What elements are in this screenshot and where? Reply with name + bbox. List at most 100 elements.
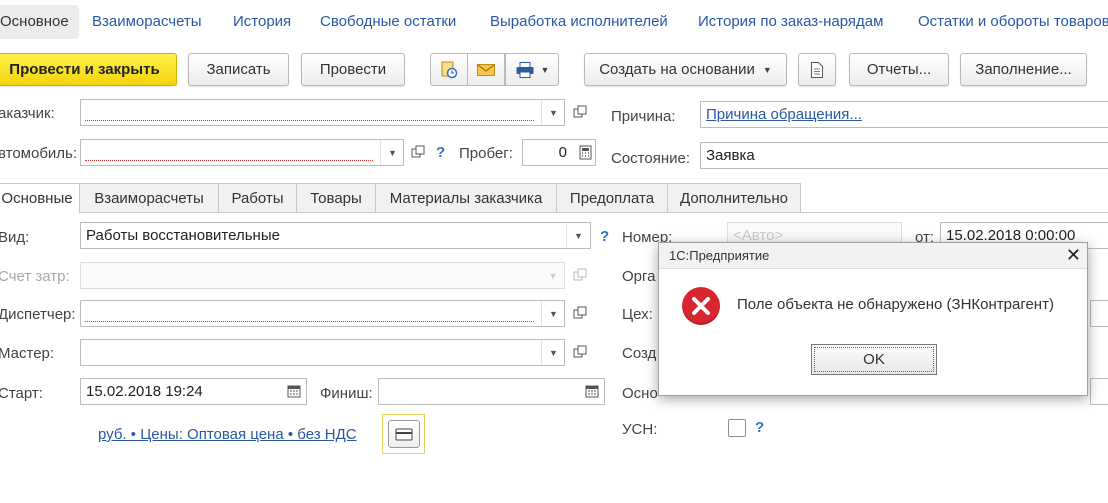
finish-calendar-button[interactable]: [581, 380, 603, 402]
nav-tab-free-stock[interactable]: Свободные остатки: [320, 10, 456, 34]
subtab-goods[interactable]: Товары: [296, 183, 376, 212]
create-based-on-button[interactable]: Создать на основании ▼: [584, 53, 787, 86]
master-open-button[interactable]: [569, 341, 591, 363]
car-label: втомобиль:: [0, 145, 78, 162]
type-dropdown[interactable]: ▼: [566, 223, 590, 248]
usn-help-icon[interactable]: ?: [755, 419, 764, 436]
car-dropdown[interactable]: ▼: [380, 140, 404, 165]
calendar-icon: [287, 385, 301, 398]
usn-checkbox[interactable]: [728, 419, 746, 437]
printer-icon: [516, 61, 534, 78]
calculator-icon: [579, 145, 591, 159]
open-window-icon: [573, 306, 587, 319]
start-calendar-button[interactable]: [283, 380, 305, 402]
master-field[interactable]: [80, 339, 565, 366]
subtab-settlements[interactable]: Взаиморасчеты: [79, 183, 219, 212]
dialog-message: Поле объекта не обнаружено (ЗНКонтрагент…: [737, 296, 1054, 313]
subtab-additional[interactable]: Дополнительно: [667, 183, 801, 212]
type-help-icon[interactable]: ?: [600, 228, 609, 245]
mail-icon-button[interactable]: [467, 53, 505, 86]
nav-tab-performer-output[interactable]: Выработка исполнителей: [490, 10, 668, 34]
customer-dropdown[interactable]: ▼: [541, 100, 565, 125]
cost-account-label: Счет затр:: [0, 268, 70, 285]
reports-button[interactable]: Отчеты...: [849, 53, 949, 86]
type-label: Вид:: [0, 229, 30, 246]
finish-label: Финиш:: [320, 385, 373, 402]
chevron-down-icon: ▼: [548, 270, 558, 281]
ok-button[interactable]: OK: [811, 344, 937, 375]
master-label: Мастер:: [0, 345, 55, 362]
customer-field[interactable]: [80, 99, 565, 126]
mileage-value: 0: [558, 144, 567, 161]
calendar-icon: [585, 385, 599, 398]
error-icon: [682, 287, 720, 325]
reason-field[interactable]: Причина обращения...: [700, 101, 1108, 128]
chevron-down-icon: ▼: [574, 230, 583, 241]
nav-tab-stock-turnover[interactable]: Остатки и обороты товаров: [918, 10, 1108, 34]
chevron-down-icon: ▼: [388, 147, 397, 158]
state-label: Состояние:: [611, 150, 691, 167]
created-label: Созд: [622, 345, 657, 362]
error-dialog: 1С:Предприятие ✕ Поле объекта не обнаруж…: [658, 242, 1088, 396]
calculator-button[interactable]: [574, 141, 596, 163]
master-dropdown[interactable]: ▼: [541, 340, 565, 365]
cost-account-field: [80, 262, 565, 289]
dialog-title: 1С:Предприятие: [669, 248, 770, 263]
document-structure-icon: [441, 61, 458, 78]
basis-field-edge[interactable]: [1090, 378, 1108, 405]
chevron-down-icon: ▼: [549, 308, 558, 319]
mileage-label: Пробег:: [459, 145, 513, 162]
customer-label: аказчик:: [0, 105, 55, 122]
reason-label: Причина:: [611, 108, 676, 125]
open-window-icon: [411, 145, 425, 158]
create-based-on-label: Создать на основании: [599, 61, 755, 78]
dispatcher-field[interactable]: [80, 300, 565, 327]
cost-account-open-button: [569, 264, 591, 286]
chevron-down-icon: ▼: [762, 64, 772, 75]
print-form-button[interactable]: [798, 53, 836, 86]
print-dropdown-button[interactable]: ▼: [505, 53, 559, 86]
usn-label: УСН:: [622, 421, 658, 438]
car-open-button[interactable]: [407, 141, 429, 163]
dialog-titlebar: 1С:Предприятие ✕: [659, 243, 1087, 269]
state-field[interactable]: Заявка: [700, 142, 1108, 169]
fill-button[interactable]: Заполнение...: [960, 53, 1087, 86]
type-field[interactable]: Работы восстановительные: [80, 222, 591, 249]
open-window-icon: [573, 105, 587, 118]
reason-link[interactable]: Причина обращения...: [706, 106, 862, 123]
close-icon[interactable]: ✕: [1066, 245, 1081, 266]
post-button[interactable]: Провести: [301, 53, 405, 86]
start-field[interactable]: 15.02.2018 19:24: [80, 378, 307, 405]
document-icon: [811, 61, 823, 78]
subtab-customer-materials[interactable]: Материалы заказчика: [375, 183, 557, 212]
chevron-down-icon: ▼: [549, 107, 558, 118]
save-button[interactable]: Записать: [188, 53, 289, 86]
post-and-close-button[interactable]: Провести и закрыть: [0, 53, 177, 86]
car-field[interactable]: [80, 139, 404, 166]
price-settings-link[interactable]: руб. • Цены: Оптовая цена • без НДС: [98, 426, 357, 443]
subtab-prepayment[interactable]: Предоплата: [556, 183, 668, 212]
car-help-icon[interactable]: ?: [436, 144, 445, 161]
chevron-down-icon: ▼: [549, 347, 558, 358]
customer-open-button[interactable]: [569, 101, 591, 123]
organization-label: Орга: [622, 268, 656, 285]
start-label: Старт:: [0, 385, 43, 402]
nav-tab-main[interactable]: Основное: [0, 5, 79, 39]
nav-tab-history[interactable]: История: [233, 10, 291, 34]
dispatcher-open-button[interactable]: [569, 302, 591, 324]
shop-label: Цех:: [622, 306, 653, 323]
open-window-icon: [573, 268, 587, 281]
shop-field-edge[interactable]: [1090, 300, 1108, 327]
payment-card-button[interactable]: [382, 414, 425, 454]
subtab-works[interactable]: Работы: [218, 183, 297, 212]
dispatcher-dropdown[interactable]: ▼: [541, 301, 565, 326]
basis-label: Осно: [622, 385, 658, 402]
finish-field[interactable]: . . :: [378, 378, 605, 405]
structure-icon-button[interactable]: [430, 53, 468, 86]
nav-tab-settlements[interactable]: Взаиморасчеты: [92, 10, 202, 34]
envelope-icon: [477, 63, 495, 76]
nav-tab-order-history[interactable]: История по заказ-нарядам: [698, 10, 883, 34]
open-window-icon: [573, 345, 587, 358]
subtab-main[interactable]: Основные: [0, 183, 80, 213]
subtab-baseline: [80, 212, 1108, 213]
